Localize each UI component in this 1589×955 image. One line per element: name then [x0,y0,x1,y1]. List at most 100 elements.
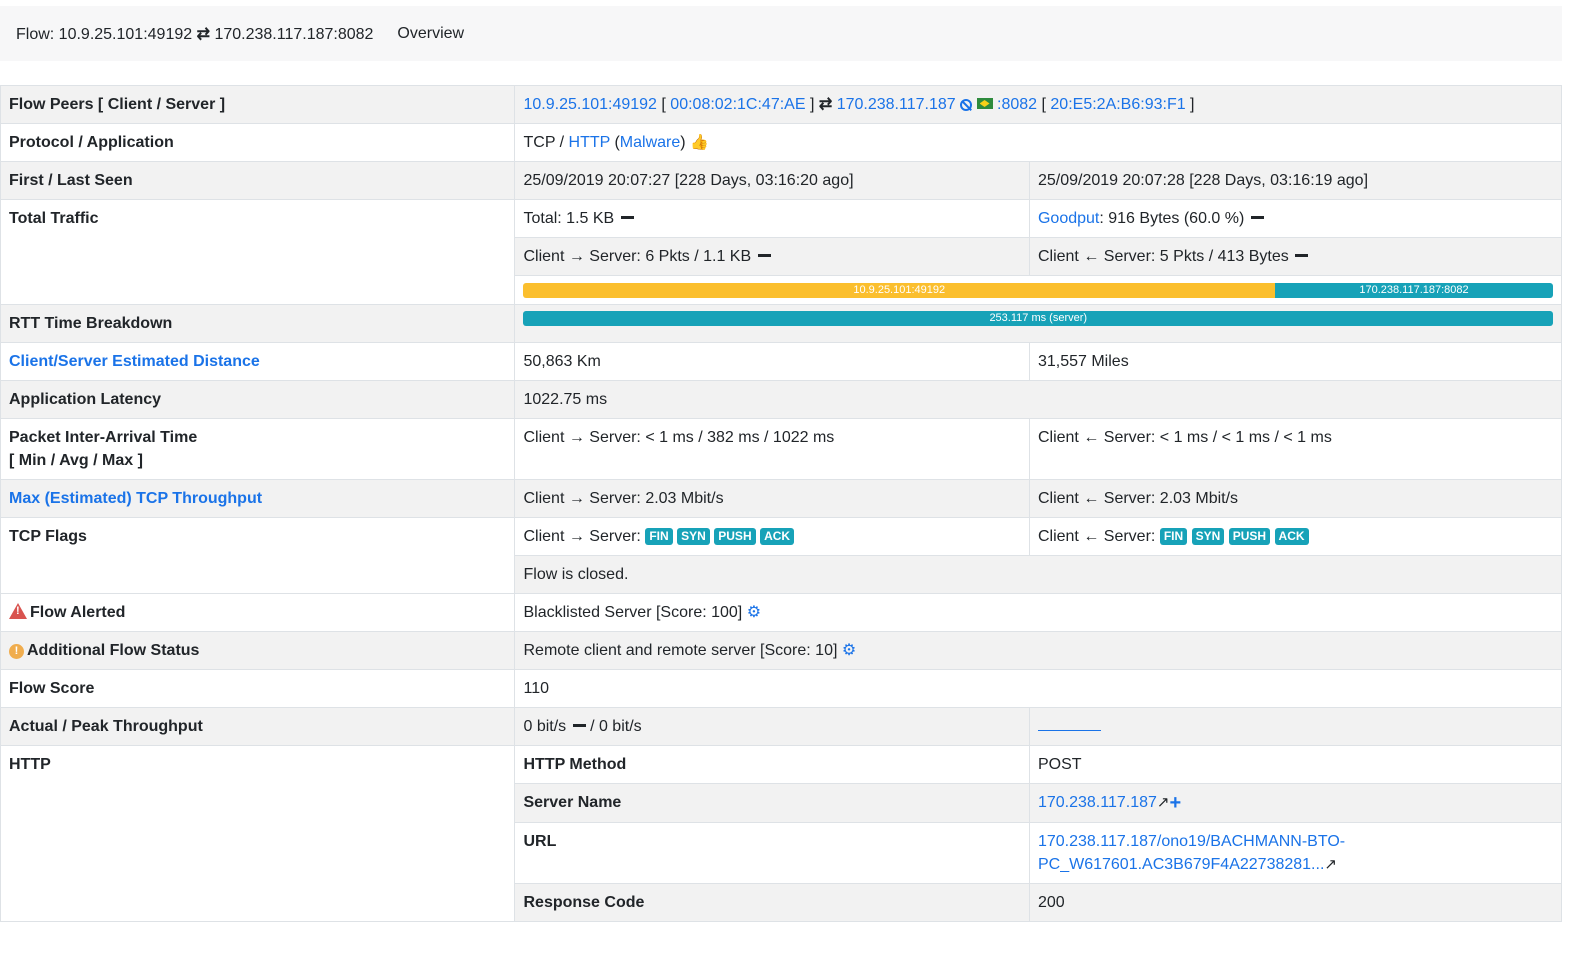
response-code-value: 200 [1028,883,1563,922]
row-first-last-seen: First / Last Seen 25/09/2019 20:07:27 [2… [0,161,1563,200]
row-tcp-flags: TCP Flags Client → Server: FIN SYN PUSH … [0,517,1563,594]
direction-suffix: Server: 2.03 Mbit/s [589,490,724,507]
tab-overview[interactable]: Overview [397,25,464,43]
cog-icon[interactable]: ⚙ [842,642,856,659]
traffic-bar-cell: 10.9.25.101:49192 170.238.117.187:8082 [514,275,1562,305]
direction-prefix: Client [1037,248,1079,265]
rtt-bar-cell: 253.117 ms (server) [514,304,1562,343]
arrow-left-icon: ← [1083,248,1100,265]
protocol-text: TCP / [523,134,569,151]
max-throughput-label-link[interactable]: Max (Estimated) TCP Throughput [0,479,516,518]
arrow-left-icon: ← [1083,429,1100,446]
row-flow-peers: Flow Peers [ Client / Server ] 10.9.25.1… [0,85,1562,124]
tcp-flags-c2s: Client → Server: FIN SYN PUSH ACK [514,517,1030,556]
direction-prefix: Client [1037,528,1079,545]
app-latency-value: 1022.75 ms [514,380,1562,419]
row-protocol: Protocol / Application TCP / HTTP (Malwa… [0,123,1562,162]
flag-badge-push: PUSH [714,528,756,545]
flag-badge-ack: ACK [760,528,795,545]
blocked-icon [960,99,973,111]
arrow-left-icon: ← [1083,490,1100,507]
rtt-server-segment: 253.117 ms (server) [523,311,1553,326]
category-malware-link[interactable]: Malware [620,134,680,151]
flow-title: Flow: 10.9.25.101:49192 ⇄ 170.238.117.18… [16,24,373,44]
row-label: HTTP [0,745,516,922]
row-label: Total Traffic [0,199,516,305]
goodput-link[interactable]: Goodput [1038,210,1099,227]
minus-icon [1250,216,1264,219]
server-ip-link[interactable]: 170.238.117.187 [837,96,956,113]
flow-server-endpoint: 170.238.117.187:8082 [214,25,374,43]
direction-suffix: Server: [589,528,641,545]
flow-alerted-value: Blacklisted Server [Score: 100] ⚙ [514,593,1562,632]
direction-prefix: Client [523,490,565,507]
arrow-right-icon: → [568,429,585,446]
direction-prefix: Client [523,248,565,265]
swap-icon: ⇄ [196,25,210,43]
plus-icon[interactable]: + [1169,792,1181,814]
server-name-label: Server Name [514,783,1030,823]
row-label: Actual / Peak Throughput [0,707,516,746]
row-label-text: Flow Alerted [30,604,126,621]
actual-peak-value: 0 bit/s / 0 bit/s [514,707,1030,746]
traffic-split-bar: 10.9.25.101:49192 170.238.117.187:8082 [523,283,1553,298]
external-link-icon[interactable]: ↗ [1157,794,1170,811]
last-seen-value: 25/09/2019 20:07:28 [228 Days, 03:16:19 … [1028,161,1563,200]
row-label: Flow Alerted [0,593,516,632]
cog-icon[interactable]: ⚙ [747,604,761,621]
bar-server-segment: 170.238.117.187:8082 [1275,283,1553,298]
row-distance: Client/Server Estimated Distance 50,863 … [0,342,1563,381]
status-text: Remote client and remote server [Score: … [523,642,838,659]
client-mac-link[interactable]: 00:08:02:1C:47:AE [670,96,805,113]
actual-throughput: 0 bit/s [523,718,567,735]
server-name-link[interactable]: 170.238.117.187 [1038,794,1157,811]
row-flow-score: Flow Score 110 [0,669,1562,708]
row-total-traffic: Total Traffic Total: 1.5 KB Goodput: 916… [0,199,1563,305]
goodput-text: : 916 Bytes (60.0 %) [1099,210,1245,227]
arrow-right-icon: → [568,490,585,507]
warning-triangle-icon [9,603,27,619]
total-bytes-text: Total: 1.5 KB [523,210,615,227]
direction-suffix: Server: [1103,528,1156,545]
row-additional-status: ! Additional Flow Status Remote client an… [0,631,1562,670]
direction-suffix: Server: 2.03 Mbit/s [1103,490,1239,507]
protocol-value: TCP / HTTP (Malware) 👍 [514,123,1562,162]
exclamation-circle-icon: ! [9,644,24,659]
flow-closed-status: Flow is closed. [514,555,1562,594]
throughput-s2c-value: Client ← Server: 2.03 Mbit/s [1028,479,1563,518]
url-line1: 170.238.117.187/ono19/BACHMANN-BTO- [1037,833,1346,850]
server-mac-link[interactable]: 20:E5:2A:B6:93:F1 [1050,96,1185,113]
url-label: URL [514,822,1030,884]
row-inter-arrival: Packet Inter-Arrival Time [ Min / Avg / M… [0,418,1563,480]
swap-icon: ⇄ [818,96,833,113]
row-label: First / Last Seen [0,161,516,200]
client-ip-link[interactable]: 10.9.25.101:49192 [523,96,656,113]
total-bytes-value: Total: 1.5 KB [514,199,1030,238]
distance-label-link[interactable]: Client/Server Estimated Distance [0,342,516,381]
server-name-value: 170.238.117.187↗+ [1028,783,1563,823]
iat-s2c-value: Client ← Server: < 1 ms / < 1 ms / < 1 m… [1028,418,1563,480]
row-flow-alerted: Flow Alerted Blacklisted Server [Score: … [0,593,1562,632]
minus-icon [757,254,771,257]
row-label: Flow Score [0,669,516,708]
server-port-link[interactable]: :8082 [997,96,1037,113]
flow-details-table: Flow Peers [ Client / Server ] 10.9.25.1… [0,85,1563,922]
minus-icon [572,724,586,727]
direction-suffix: Server: < 1 ms / < 1 ms / < 1 ms [1103,429,1332,446]
external-link-icon[interactable]: ↗ [1324,856,1337,873]
row-label-line2: [ Min / Avg / Max ] [9,452,143,469]
flag-badge-fin: FIN [645,528,673,545]
row-label-text: Additional Flow Status [27,642,200,659]
url-link[interactable]: 170.238.117.187/ono19/BACHMANN-BTO- PC_W6… [1038,833,1345,873]
app-http-link[interactable]: HTTP [569,134,610,151]
minus-icon [1295,254,1309,257]
flag-badge-push: PUSH [1228,528,1271,545]
direction-prefix: Client [1037,490,1079,507]
direction-prefix: Client [523,429,565,446]
server-to-client-traffic: Client ← Server: 5 Pkts / 413 Bytes [1028,237,1563,276]
minus-icon [620,216,634,219]
row-http-method: HTTP HTTP Method POST [0,745,1563,922]
first-seen-value: 25/09/2019 20:07:27 [228 Days, 03:16:20 … [514,161,1030,200]
arrow-left-icon: ← [1083,528,1100,545]
flag-badge-fin: FIN [1159,528,1188,545]
